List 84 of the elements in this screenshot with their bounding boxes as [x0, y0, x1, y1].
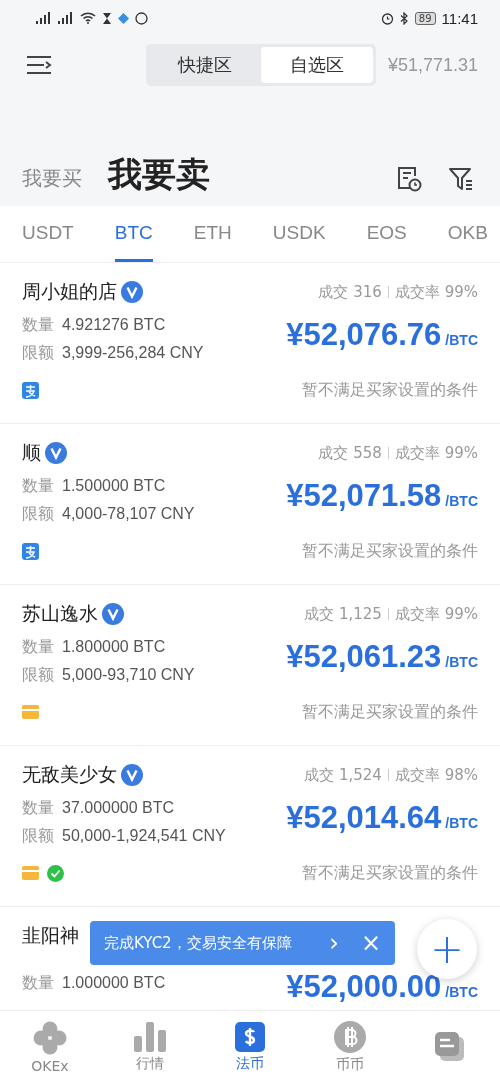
completion-rate: 成交率 99% — [394, 604, 478, 624]
kyc-toast[interactable]: 完成KYC2，交易安全有保障 › × — [90, 921, 395, 965]
completion-rate: 成交率 99% — [394, 443, 478, 463]
quantity-value: 37.000000 BTC — [62, 799, 175, 817]
signal-icon — [58, 12, 74, 24]
trade-count: 成交 316 — [318, 282, 382, 302]
condition-notice: 暂不满足买家设置的条件 — [302, 540, 478, 562]
quantity-value: 1.500000 BTC — [62, 477, 166, 495]
payment-icon — [22, 542, 39, 560]
quantity-label: 数量 — [22, 475, 54, 497]
diamond-icon — [118, 12, 129, 24]
segment-tab[interactable]: 快捷区 — [148, 47, 261, 83]
quantity-label: 数量 — [22, 314, 54, 336]
mode-tab[interactable]: 我要买 — [22, 165, 82, 192]
quantity-value: 4.921276 BTC — [62, 316, 166, 334]
merchant-name[interactable]: 韭阳神 — [22, 923, 79, 949]
condition-notice: 暂不满足买家设置的条件 — [302, 379, 478, 401]
completion-rate: 成交率 98% — [394, 765, 478, 785]
limit-value: 5,000-93,710 CNY — [62, 666, 195, 684]
price: ¥52,014.64 — [286, 800, 442, 836]
price: ¥52,071.58 — [286, 478, 442, 514]
currency-tab[interactable]: ETH — [193, 206, 232, 262]
trade-count: 成交 1,125 — [304, 604, 382, 624]
banner-text: 完成KYC2，交易安全有保障 — [104, 933, 293, 953]
nav-tab[interactable]: 币币 — [300, 1011, 400, 1083]
banner-arrow[interactable]: › — [329, 929, 339, 957]
currency-tab[interactable]: USDT — [22, 206, 74, 262]
bar-chart-icon — [134, 1021, 166, 1052]
merchant-name[interactable]: 无敌美少女 — [22, 762, 117, 788]
alarm-icon — [380, 11, 394, 25]
condition-notice: 暂不满足买家设置的条件 — [302, 701, 478, 723]
cards-icon — [434, 1031, 466, 1063]
menu-icon[interactable] — [26, 55, 52, 75]
limit-label: 限额 — [22, 503, 54, 525]
completion-rate: 成交率 99% — [394, 282, 478, 302]
segment-tab[interactable]: 自选区 — [260, 47, 373, 83]
bank-card-icon — [22, 866, 39, 880]
trade-count: 成交 558 — [318, 443, 382, 463]
condition-notice: 暂不满足买家设置的条件 — [302, 862, 478, 884]
limit-value: 3,999-256,284 CNY — [62, 344, 204, 362]
merchant-name[interactable]: 顺 — [22, 440, 41, 466]
price-unit: /BTC — [445, 654, 478, 670]
clock-time: 11:41 — [441, 9, 478, 27]
currency-tab[interactable]: BTC — [114, 206, 153, 262]
price-unit: /BTC — [445, 815, 478, 831]
price-unit: /BTC — [445, 332, 478, 348]
bluetooth-icon — [399, 11, 409, 25]
price-unit: /BTC — [445, 493, 478, 509]
battery-icon: 89 — [414, 11, 436, 25]
mode-tab[interactable]: 我要卖 — [108, 152, 210, 198]
currency-tab[interactable]: USDK — [272, 206, 326, 262]
currency-tab[interactable]: EOS — [366, 206, 407, 262]
quantity-label: 数量 — [22, 972, 54, 994]
quantity-label: 数量 — [22, 797, 54, 819]
bitcoin-icon — [334, 1020, 366, 1053]
price-unit: /BTC — [445, 984, 478, 1000]
limit-value: 50,000-1,924,541 CNY — [62, 827, 226, 845]
price: ¥52,061.23 — [286, 639, 442, 675]
limit-value: 4,000-78,107 CNY — [62, 505, 195, 523]
merchant-name[interactable]: 周小姐的店 — [22, 279, 117, 305]
clock-document-icon[interactable] — [396, 166, 422, 192]
limit-label: 限额 — [22, 342, 54, 364]
limit-label: 限额 — [22, 664, 54, 686]
quantity-value: 1.000000 BTC — [62, 974, 166, 992]
index-price: ¥51,771.31 — [387, 54, 478, 76]
signal-icon — [36, 12, 52, 24]
dollar-icon — [235, 1021, 265, 1052]
payment-icon — [22, 381, 39, 399]
wifi-icon — [80, 12, 96, 24]
trade-count: 成交 1,524 — [304, 765, 382, 785]
limit-label: 限额 — [22, 825, 54, 847]
close-button[interactable]: × — [360, 929, 381, 957]
currency-tab[interactable]: OKB — [447, 206, 488, 262]
filter-icon[interactable] — [448, 166, 474, 192]
quantity-value: 1.800000 BTC — [62, 638, 166, 656]
price: ¥52,076.76 — [286, 317, 442, 353]
bank-card-icon — [22, 705, 39, 719]
clover-icon — [33, 1020, 67, 1055]
nav-tab[interactable]: 行情 — [100, 1011, 200, 1083]
hourglass-icon — [102, 11, 112, 25]
nav-tab[interactable]: 法币 — [200, 1011, 300, 1083]
merchant-name[interactable]: 苏山逸水 — [22, 601, 98, 627]
nav-tab[interactable]: OKEx — [0, 1011, 100, 1083]
quantity-label: 数量 — [22, 636, 54, 658]
